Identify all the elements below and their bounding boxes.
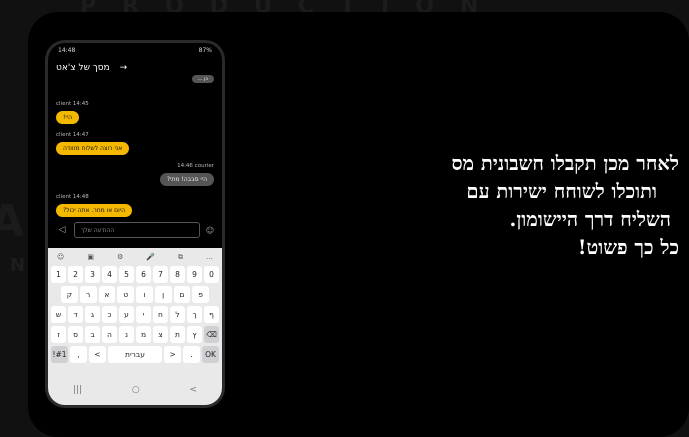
keyboard-row-5: !#1 , < עברית > . OK bbox=[51, 346, 219, 363]
key[interactable]: 4 bbox=[102, 266, 117, 283]
key[interactable]: ן bbox=[154, 286, 172, 303]
message-bubble-cut: כן ... bbox=[191, 75, 214, 83]
key[interactable]: 9 bbox=[187, 266, 202, 283]
headline-line: כל כך פשוט! bbox=[577, 236, 679, 259]
back-icon[interactable]: < bbox=[190, 385, 198, 395]
key[interactable]: ב bbox=[85, 326, 100, 343]
key[interactable]: ץ bbox=[187, 326, 202, 343]
key[interactable]: כ bbox=[102, 306, 117, 323]
on-screen-keyboard: ☺ ▣ ⚙ 🎤 ⧉ … 1 2 3 4 5 6 7 8 9 0 ק ר א ט … bbox=[48, 248, 222, 378]
key[interactable]: ח bbox=[153, 306, 168, 323]
headline-text: לאחר מכן תקבלו חשבונית מס ותוכלו לשוחח י… bbox=[319, 150, 679, 262]
message-meta: client 14:48 bbox=[56, 194, 89, 200]
clipboard-icon[interactable]: ⧉ bbox=[178, 253, 183, 262]
key[interactable]: א bbox=[98, 286, 116, 303]
key[interactable]: נ bbox=[119, 326, 134, 343]
send-icon[interactable]: ◁ bbox=[54, 222, 70, 238]
keyboard-toolbar: ☺ ▣ ⚙ 🎤 ⧉ … bbox=[51, 251, 219, 266]
key[interactable]: ת bbox=[170, 326, 185, 343]
keyboard-row-numbers: 1 2 3 4 5 6 7 8 9 0 bbox=[51, 266, 219, 283]
key[interactable]: ך bbox=[187, 306, 202, 323]
key[interactable]: ו bbox=[136, 286, 153, 303]
status-time: 14:48 bbox=[58, 46, 76, 54]
key[interactable]: ש bbox=[51, 306, 66, 323]
home-icon[interactable]: ○ bbox=[132, 385, 140, 395]
key[interactable]: 7 bbox=[153, 266, 168, 283]
microphone-icon[interactable]: 🎤 bbox=[146, 253, 155, 262]
sticker-icon[interactable]: ▣ bbox=[87, 253, 94, 262]
key[interactable]: 6 bbox=[136, 266, 151, 283]
more-icon[interactable]: … bbox=[206, 253, 213, 262]
key[interactable]: ם bbox=[173, 286, 191, 303]
status-bar: 14:48 87% bbox=[48, 43, 222, 57]
key[interactable]: צ bbox=[153, 326, 168, 343]
back-arrow-icon[interactable]: → bbox=[120, 63, 128, 73]
message-bubble: אני רוצה לשלוח מזוודה bbox=[56, 142, 130, 155]
background-letter-n: N bbox=[10, 255, 26, 276]
keyboard-row-4: ז ס ב ה נ מ צ ת ץ ⌫ bbox=[51, 326, 219, 343]
key[interactable]: , bbox=[69, 346, 87, 363]
recents-icon[interactable]: ||| bbox=[73, 385, 82, 395]
key[interactable]: ל bbox=[170, 306, 185, 323]
chat-title: מסך של צ'אט bbox=[56, 63, 110, 73]
key[interactable]: ק bbox=[61, 286, 78, 303]
keyboard-row-3: ש ד ג כ ע י ח ל ך ף bbox=[51, 306, 219, 323]
video-frame: PRODUCTION A N 14:48 87% → מסך של צ'אט כ… bbox=[0, 0, 689, 437]
key[interactable]: י bbox=[136, 306, 151, 323]
phone-mockup: 14:48 87% → מסך של צ'אט כן ... client 14… bbox=[45, 40, 225, 408]
headline-line: ותוכלו לשוחח ישירות עם bbox=[466, 180, 657, 203]
status-battery: 87% bbox=[198, 46, 212, 54]
message-meta: client 14:47 bbox=[56, 132, 89, 138]
key[interactable]: 2 bbox=[68, 266, 83, 283]
key[interactable]: 1 bbox=[51, 266, 66, 283]
message-bubble: היי! bbox=[56, 111, 80, 124]
emoji-icon[interactable]: ☺ bbox=[204, 226, 216, 235]
background-letter-a: A bbox=[0, 196, 25, 247]
key[interactable]: ג bbox=[85, 306, 100, 323]
symbols-key[interactable]: !#1 bbox=[51, 346, 68, 363]
backspace-icon[interactable]: ⌫ bbox=[204, 326, 219, 343]
ok-key[interactable]: OK bbox=[202, 346, 219, 363]
message-meta: client 14:45 bbox=[56, 101, 89, 107]
key[interactable]: ר bbox=[79, 286, 97, 303]
key[interactable]: ע bbox=[119, 306, 134, 323]
message-meta: 14:46 courier bbox=[177, 163, 214, 169]
key[interactable]: < bbox=[88, 346, 106, 363]
key[interactable]: > bbox=[164, 346, 182, 363]
message-composer: ◁ ההודעה שלך ☺ bbox=[54, 221, 216, 239]
message-bubble: היום או מחר. אתה יכול? bbox=[56, 204, 133, 217]
key[interactable]: 3 bbox=[85, 266, 100, 283]
headline-line: השליח דרך היישומון. bbox=[509, 208, 671, 231]
key[interactable]: ט bbox=[117, 286, 134, 303]
key[interactable]: ף bbox=[204, 306, 219, 323]
system-nav-bar: ||| ○ < bbox=[48, 375, 222, 405]
key[interactable]: 8 bbox=[170, 266, 185, 283]
keyboard-row-2: ק ר א ט ו ן ם פ bbox=[51, 286, 219, 303]
key[interactable]: ז bbox=[51, 326, 66, 343]
key[interactable]: 5 bbox=[119, 266, 134, 283]
key[interactable]: ד bbox=[68, 306, 83, 323]
key[interactable]: ה bbox=[102, 326, 117, 343]
key[interactable]: פ bbox=[192, 286, 209, 303]
message-input[interactable]: ההודעה שלך bbox=[74, 222, 200, 238]
key[interactable]: . bbox=[183, 346, 201, 363]
key[interactable]: מ bbox=[136, 326, 151, 343]
key[interactable]: 0 bbox=[204, 266, 219, 283]
settings-icon[interactable]: ⚙ bbox=[117, 253, 123, 262]
emoji-icon[interactable]: ☺ bbox=[57, 253, 64, 262]
headline-line: לאחר מכן תקבלו חשבונית מס bbox=[451, 152, 679, 175]
phone-screen: 14:48 87% → מסך של צ'אט כן ... client 14… bbox=[48, 43, 222, 405]
space-key[interactable]: עברית bbox=[107, 346, 163, 363]
message-bubble: היי סבבה! מתי? bbox=[159, 173, 214, 186]
key[interactable]: ס bbox=[68, 326, 83, 343]
